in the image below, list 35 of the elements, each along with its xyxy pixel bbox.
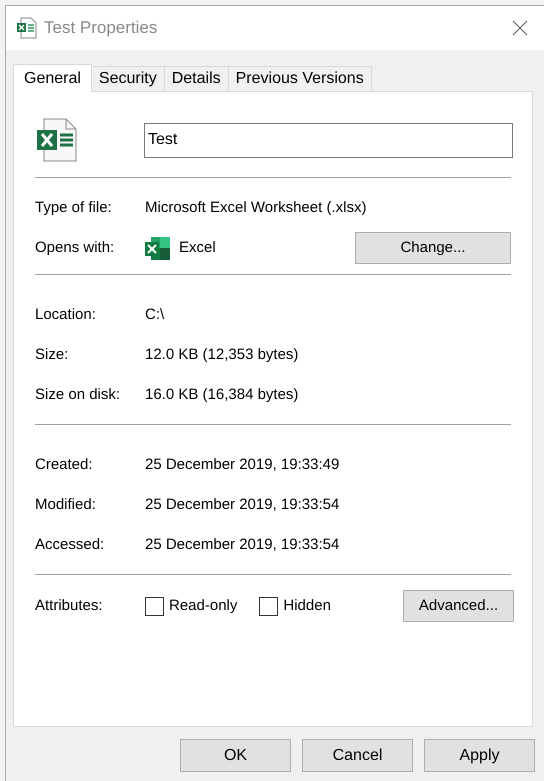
field-label: Size on disk: [35, 384, 122, 405]
field-value: 25 December 2019, 19:33:49 [145, 454, 340, 475]
close-icon [512, 20, 528, 36]
close-button[interactable] [510, 18, 530, 38]
field-label: Created: [35, 454, 94, 475]
spreadsheet-file-icon [16, 17, 38, 39]
field-label: Type of file: [35, 198, 113, 218]
field-label: Modified: [35, 494, 97, 515]
field-value: 16.0 KB (16,384 bytes) [145, 384, 298, 405]
dialog-button[interactable]: OK [180, 739, 291, 772]
field-label: Attributes: [35, 596, 104, 616]
dialog-button[interactable]: Cancel [302, 739, 413, 772]
advanced-button[interactable]: Advanced... [403, 590, 514, 622]
spreadsheet-app-icon [145, 236, 170, 260]
file-name-field[interactable]: Test [144, 122, 513, 158]
checkbox[interactable] [145, 596, 164, 616]
checkbox-label: Hidden [283, 596, 331, 616]
checkbox-label: Read-only [169, 596, 238, 616]
field-value: C:\ [145, 304, 164, 325]
checkbox[interactable] [259, 596, 278, 616]
field-value: Microsoft Excel Worksheet (.xlsx) [145, 198, 366, 218]
tab[interactable]: Previous Versions [228, 66, 372, 91]
field-label: Accessed: [35, 534, 106, 555]
spreadsheet-file-icon [36, 118, 78, 162]
window-title: Test Properties [44, 17, 158, 40]
field-value: 25 December 2019, 19:33:54 [145, 534, 340, 555]
field-label: Size: [35, 344, 70, 365]
app-name: Excel [179, 238, 216, 258]
dialog-button[interactable]: Apply [424, 739, 535, 772]
field-value: 12.0 KB (12,353 bytes) [145, 344, 298, 365]
change-button[interactable]: Change... [355, 232, 511, 264]
field-label: Location: [35, 304, 97, 325]
field-value: 25 December 2019, 19:33:54 [145, 494, 340, 515]
tab[interactable]: General [13, 64, 92, 92]
field-label: Opens with: [35, 238, 116, 258]
